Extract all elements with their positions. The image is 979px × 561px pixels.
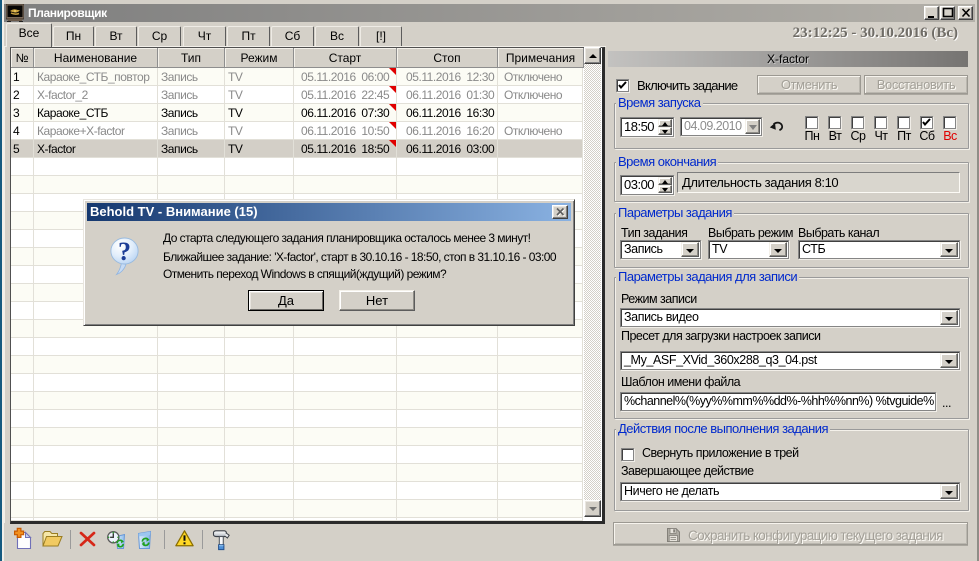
svg-text:?: ? bbox=[118, 237, 131, 266]
